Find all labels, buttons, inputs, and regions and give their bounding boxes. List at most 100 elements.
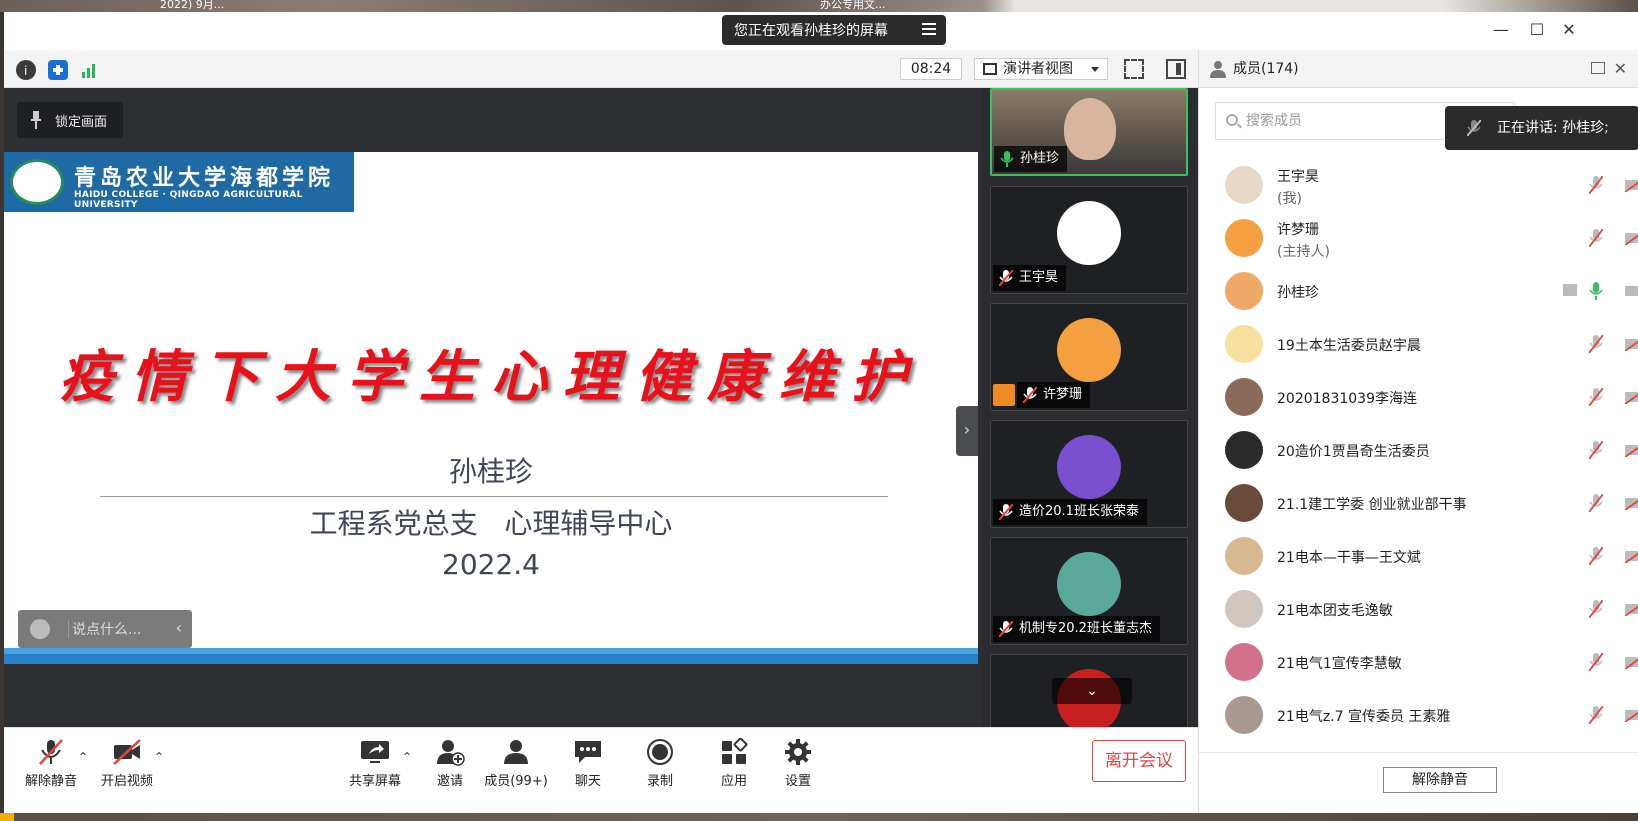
menu-icon[interactable]	[922, 23, 936, 35]
list-item[interactable]: 20造价1贾昌奇生活委员	[1199, 423, 1638, 478]
video-tile[interactable]: 造价20.1班长张荣泰	[990, 420, 1188, 528]
video-off-icon[interactable]	[1625, 390, 1638, 404]
slide-author: 孙桂珍	[448, 455, 533, 488]
chevron-up-icon[interactable]: ⌃	[402, 750, 412, 764]
share-screen-button[interactable]: ⌃ 共享屏幕	[338, 738, 412, 789]
member-list: 王宇昊 (我) 许梦珊 (主持人) 孙桂珍 19土本生活委员赵宇晨 202018…	[1199, 152, 1638, 752]
video-off-icon[interactable]	[1625, 496, 1638, 510]
video-off-icon[interactable]	[1625, 655, 1638, 669]
banner-text: 您正在观看孙桂珍的屏幕	[734, 23, 888, 39]
participant-face	[1064, 98, 1116, 160]
search-icon	[1226, 114, 1238, 126]
gear-icon	[783, 738, 813, 766]
desktop-background-top: 2022) 9月... 办公专用文...	[0, 0, 1638, 12]
mic-muted-icon[interactable]	[1589, 229, 1603, 247]
settings-button[interactable]: 设置	[774, 738, 822, 789]
mic-muted-icon[interactable]	[1589, 547, 1603, 565]
list-item[interactable]: 21电本—干事—王文斌	[1199, 529, 1638, 584]
video-off-icon[interactable]	[1625, 231, 1638, 245]
record-label: 录制	[646, 774, 673, 789]
member-name: 21.1建工学委 创业就业部干事	[1277, 497, 1467, 513]
bullet-chat-input[interactable]: 说点什么... ‹	[18, 610, 192, 648]
apps-label: 应用	[720, 774, 747, 789]
members-panel-header: 成员(174) ✕	[1199, 50, 1638, 88]
video-off-icon[interactable]	[1625, 708, 1638, 722]
list-item[interactable]: 21.1建工学委 创业就业部干事	[1199, 476, 1638, 531]
mic-muted-icon[interactable]	[1589, 335, 1603, 353]
mic-muted-icon[interactable]	[1589, 176, 1603, 194]
leave-meeting-button[interactable]: 离开会议	[1092, 740, 1186, 782]
screen-share-icon	[1563, 284, 1577, 296]
list-item[interactable]: 孙桂珍	[1199, 264, 1638, 319]
invite-label: 邀请	[436, 774, 463, 789]
list-item[interactable]: 20201831039李海连	[1199, 370, 1638, 425]
share-screen-label: 共享屏幕	[348, 774, 401, 789]
sidebar-toggle-icon[interactable]	[1166, 59, 1186, 79]
mic-on-icon[interactable]	[1589, 282, 1603, 300]
close-button[interactable]: ✕	[1554, 20, 1584, 39]
mic-muted-icon[interactable]	[1589, 388, 1603, 406]
view-mode-dropdown[interactable]: 演讲者视图	[974, 58, 1108, 80]
avatar	[1225, 219, 1263, 257]
participant-name: 机制专20.2班长董志杰	[1019, 621, 1152, 636]
speaking-indicator: 正在讲话: 孙桂珍;	[1445, 106, 1638, 150]
chevron-up-icon[interactable]: ⌃	[154, 750, 164, 764]
list-item[interactable]: 许梦珊 (主持人)	[1199, 211, 1638, 266]
chat-placeholder: 说点什么...	[72, 622, 142, 638]
video-tile[interactable]: 许梦珊	[990, 303, 1188, 411]
minimize-button[interactable]: —	[1486, 20, 1516, 39]
slide-title: 疫情下大学生心理健康维护	[59, 344, 923, 410]
collapse-video-strip-handle[interactable]: ›	[956, 406, 978, 456]
record-button[interactable]: 录制	[636, 738, 684, 789]
emoji-icon[interactable]	[30, 619, 50, 639]
list-item[interactable]: 21电气1宣传李慧敏	[1199, 635, 1638, 690]
video-tile[interactable]: 王宇昊	[990, 186, 1188, 294]
members-button[interactable]: 成员(99+)	[480, 738, 552, 789]
meeting-toolbar: i 08:24 演讲者视图	[4, 50, 1198, 88]
unmute-button[interactable]: ⌃ 解除静音	[14, 738, 88, 789]
video-off-icon[interactable]	[1625, 602, 1638, 616]
video-tile[interactable]: 机制专20.2班长董志杰	[990, 537, 1188, 645]
video-icon[interactable]	[1625, 284, 1638, 298]
video-off-icon[interactable]	[1625, 443, 1638, 457]
lock-view-button[interactable]: 锁定画面	[17, 102, 123, 138]
chevron-left-icon[interactable]: ‹	[176, 618, 182, 637]
participant-name: 造价20.1班长张荣泰	[1019, 504, 1139, 519]
scroll-down-button[interactable]: ⌄	[1052, 678, 1132, 704]
list-item[interactable]: 21电气z.7 宣传委员 王素雅	[1199, 688, 1638, 743]
start-video-button[interactable]: ⌃ 开启视频	[90, 738, 164, 789]
avatar	[1225, 166, 1263, 204]
mic-muted-icon[interactable]	[1589, 653, 1603, 671]
mic-muted-icon[interactable]	[1589, 441, 1603, 459]
chat-button[interactable]: 聊天	[564, 738, 612, 789]
video-off-icon[interactable]	[1625, 178, 1638, 192]
video-off-icon[interactable]	[1625, 337, 1638, 351]
slide-decoration-bar	[4, 654, 978, 664]
apps-button[interactable]: 应用	[710, 737, 758, 789]
list-item[interactable]: 19土本生活委员赵宇晨	[1199, 317, 1638, 372]
mic-muted-icon[interactable]	[1589, 706, 1603, 724]
members-panel: 成员(174) ✕ 搜索成员 正在讲话: 孙桂珍; 王宇昊 (我) 许梦珊 (主…	[1198, 50, 1638, 813]
network-signal-icon[interactable]	[80, 60, 100, 80]
invite-button[interactable]: 邀请	[424, 738, 476, 789]
screen-share-banner[interactable]: 您正在观看孙桂珍的屏幕	[722, 15, 946, 45]
list-item[interactable]: 21电本团支毛逸敏	[1199, 582, 1638, 637]
record-icon	[645, 738, 675, 766]
chevron-up-icon[interactable]: ⌃	[78, 750, 88, 764]
close-icon[interactable]: ✕	[1614, 50, 1627, 88]
mic-muted-icon[interactable]	[1589, 494, 1603, 512]
shield-icon[interactable]	[48, 60, 68, 80]
maximize-button[interactable]: ☐	[1522, 20, 1552, 39]
video-tile[interactable]: 孙桂珍	[990, 88, 1188, 176]
video-off-icon[interactable]	[1625, 549, 1638, 563]
info-icon[interactable]: i	[16, 60, 36, 80]
slide-department: 工程系党总支 心理辅导中心	[309, 507, 673, 540]
pop-out-icon[interactable]	[1591, 62, 1605, 74]
unmute-all-button[interactable]: 解除静音	[1383, 767, 1497, 793]
member-name: 21电本—干事—王文斌	[1277, 550, 1421, 566]
list-item[interactable]: 王宇昊 (我)	[1199, 158, 1638, 213]
fullscreen-icon[interactable]	[1124, 59, 1144, 79]
mic-muted-icon[interactable]	[1589, 600, 1603, 618]
member-name: 21电气1宣传李慧敏	[1277, 656, 1402, 672]
share-screen-icon: ⌃	[360, 738, 412, 766]
